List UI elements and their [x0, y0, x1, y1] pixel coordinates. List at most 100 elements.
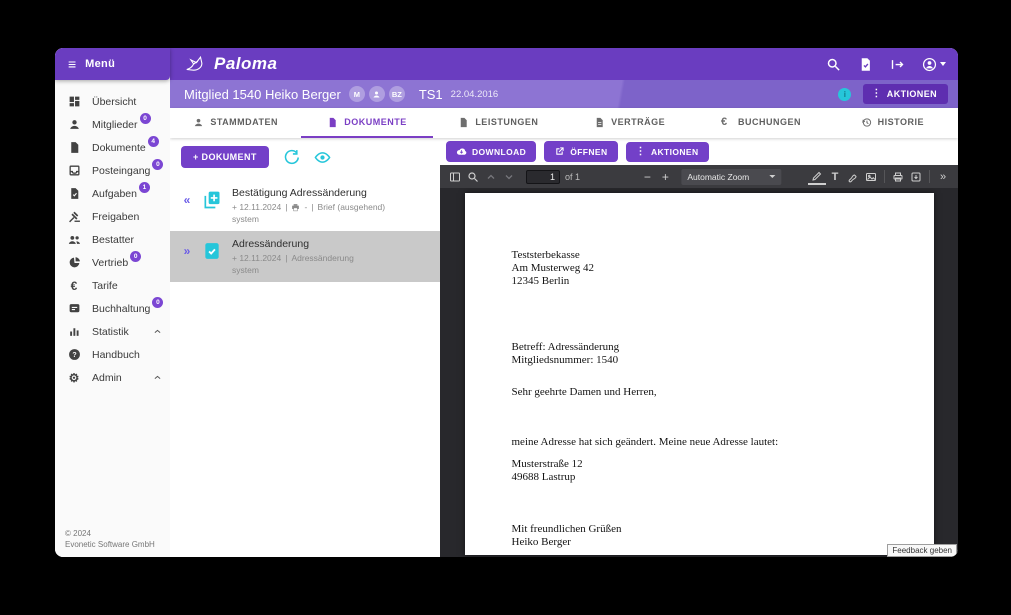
add-document-button[interactable]: + DOKUMENT [181, 146, 269, 168]
letter-line: Musterstraße 12 [512, 458, 934, 471]
tab-vertraege[interactable]: VERTRÄGE [564, 108, 695, 138]
document-item-selected[interactable]: » Adressänderung + 12.11.2024 | Adressän… [170, 231, 440, 282]
sidebar-item-aufgaben[interactable]: Aufgaben 1 [55, 182, 170, 205]
app-window: ≡ Menü Übersicht Mitglieder 0 Dokumente … [55, 48, 958, 557]
sidebar-item-freigaben[interactable]: Freigaben [55, 205, 170, 228]
document-icon [458, 117, 469, 128]
more-tools-icon[interactable]: » [934, 169, 952, 185]
pdf-action-buttons: DOWNLOAD ÖFFNEN ⋮ AKTIONEN [440, 138, 958, 165]
sidebar-item-tarife[interactable]: € Tarife [55, 274, 170, 297]
member-code: TS1 [419, 87, 443, 102]
page-title: Mitglied 1540 Heiko Berger [184, 87, 341, 102]
content-area: + DOKUMENT « Bestätigung Adressänderung … [170, 138, 958, 557]
open-button[interactable]: ÖFFNEN [544, 141, 617, 162]
divider [884, 170, 885, 183]
document-date: + 12.11.2024 [232, 202, 281, 212]
euro-icon: € [67, 279, 81, 293]
document-check-icon[interactable] [858, 57, 873, 72]
task-icon [67, 187, 81, 201]
chevron-left-double-icon[interactable]: « [176, 187, 198, 207]
save-icon[interactable] [907, 169, 925, 185]
svg-text:?: ? [72, 352, 76, 359]
logout-icon[interactable] [890, 57, 905, 72]
tab-dokumente[interactable]: DOKUMENTE [301, 108, 432, 138]
help-icon: ? [67, 348, 81, 362]
app-logo: Paloma [184, 54, 277, 74]
chip-bz[interactable]: BZ [389, 86, 405, 102]
letter-new-address: Musterstraße 12 49688 Lastrup [512, 458, 934, 484]
sidebar-item-admin[interactable]: ⚙ Admin [55, 366, 170, 389]
search-icon[interactable] [826, 57, 841, 72]
sidebar-item-vertrieb[interactable]: Vertrieb 0 [55, 251, 170, 274]
page-down-icon[interactable] [500, 169, 518, 185]
sidebar-item-uebersicht[interactable]: Übersicht [55, 90, 170, 113]
separator: | [285, 202, 287, 212]
document-meta-mid: - [304, 202, 307, 212]
menu-label: Menü [85, 58, 115, 70]
separator: | [285, 253, 287, 263]
document-item[interactable]: « Bestätigung Adressänderung + 12.11.202… [170, 180, 440, 231]
tab-stammdaten[interactable]: STAMMDATEN [170, 108, 301, 138]
pdf-actions-button[interactable]: ⋮ AKTIONEN [626, 142, 709, 162]
pdf-search-icon[interactable] [464, 169, 482, 185]
pie-chart-icon [67, 256, 81, 270]
chip-m[interactable]: M [349, 86, 365, 102]
refresh-icon[interactable] [283, 149, 300, 166]
people-icon [67, 233, 81, 247]
menu-button[interactable]: ≡ Menü [55, 48, 170, 80]
letter-salutation: Sehr geehrte Damen und Herren, [512, 386, 934, 399]
gear-icon: ⚙ [67, 371, 81, 385]
copyright: © 2024 Evonetic Software GmbH [65, 529, 155, 551]
print-icon[interactable] [889, 169, 907, 185]
tab-leistungen[interactable]: LEISTUNGEN [433, 108, 564, 138]
zoom-out-icon[interactable]: − [639, 170, 655, 184]
actions-button[interactable]: ⋮ AKTIONEN [863, 84, 948, 104]
chevron-right-double-icon[interactable]: » [176, 238, 198, 258]
page-up-icon[interactable] [482, 169, 500, 185]
tab-historie[interactable]: HISTORIE [827, 108, 958, 138]
sidebar-item-label: Übersicht [92, 96, 136, 108]
text-tool-icon[interactable]: T [826, 169, 844, 185]
eye-icon[interactable] [314, 149, 331, 166]
pdf-toolbar: of 1 − + Automatic Zoom T [440, 165, 958, 188]
user-menu[interactable] [922, 57, 946, 72]
feedback-button[interactable]: Feedback geben [887, 544, 957, 557]
badge: 0 [140, 113, 151, 124]
actions-button-label: AKTIONEN [887, 89, 937, 99]
letter-subject: Betreff: Adressänderung Mitgliedsnummer:… [512, 341, 934, 367]
person-icon [67, 118, 81, 132]
sidebar-item-posteingang[interactable]: Posteingang 0 [55, 159, 170, 182]
sidebar-toggle-icon[interactable] [446, 169, 464, 185]
sidebar-item-label: Posteingang [92, 165, 150, 177]
sidebar-item-handbuch[interactable]: ? Handbuch [55, 343, 170, 366]
sidebar-item-bestatter[interactable]: Bestatter [55, 228, 170, 251]
chip-person[interactable] [369, 86, 385, 102]
topbar-icons [826, 57, 946, 72]
zoom-in-icon[interactable]: + [657, 170, 673, 184]
download-button[interactable]: DOWNLOAD [446, 141, 536, 162]
person-icon [372, 90, 381, 99]
person-icon [193, 117, 204, 128]
sidebar-item-label: Vertrieb [92, 257, 128, 269]
sidebar-item-mitglieder[interactable]: Mitglieder 0 [55, 113, 170, 136]
document-type: Adressänderung [291, 253, 353, 263]
tab-label: BUCHUNGEN [738, 117, 801, 127]
sidebar-item-label: Bestatter [92, 234, 134, 246]
info-icon[interactable]: i [838, 88, 851, 101]
zoom-select[interactable]: Automatic Zoom [681, 169, 781, 185]
document-title: Bestätigung Adressänderung [232, 187, 385, 199]
image-tool-icon[interactable] [862, 169, 880, 185]
document-item-text: Adressänderung + 12.11.2024 | Adressände… [232, 238, 354, 275]
sidebar-item-dokumente[interactable]: Dokumente 4 [55, 136, 170, 159]
pdf-viewport[interactable]: Teststerbekasse Am Musterweg 42 12345 Be… [440, 188, 958, 557]
top-app-bar: Paloma [170, 48, 958, 80]
sidebar-item-buchhaltung[interactable]: Buchhaltung 0 [55, 297, 170, 320]
page-number-input[interactable] [526, 170, 560, 184]
draw-tool-icon[interactable] [844, 169, 862, 185]
highlight-tool-icon[interactable] [808, 169, 826, 185]
document-date: + 12.11.2024 [232, 253, 281, 263]
cloud-download-icon [456, 146, 467, 157]
screen: ≡ Menü Übersicht Mitglieder 0 Dokumente … [0, 0, 1011, 615]
sidebar-item-statistik[interactable]: Statistik [55, 320, 170, 343]
tab-buchungen[interactable]: € BUCHUNGEN [695, 108, 826, 138]
